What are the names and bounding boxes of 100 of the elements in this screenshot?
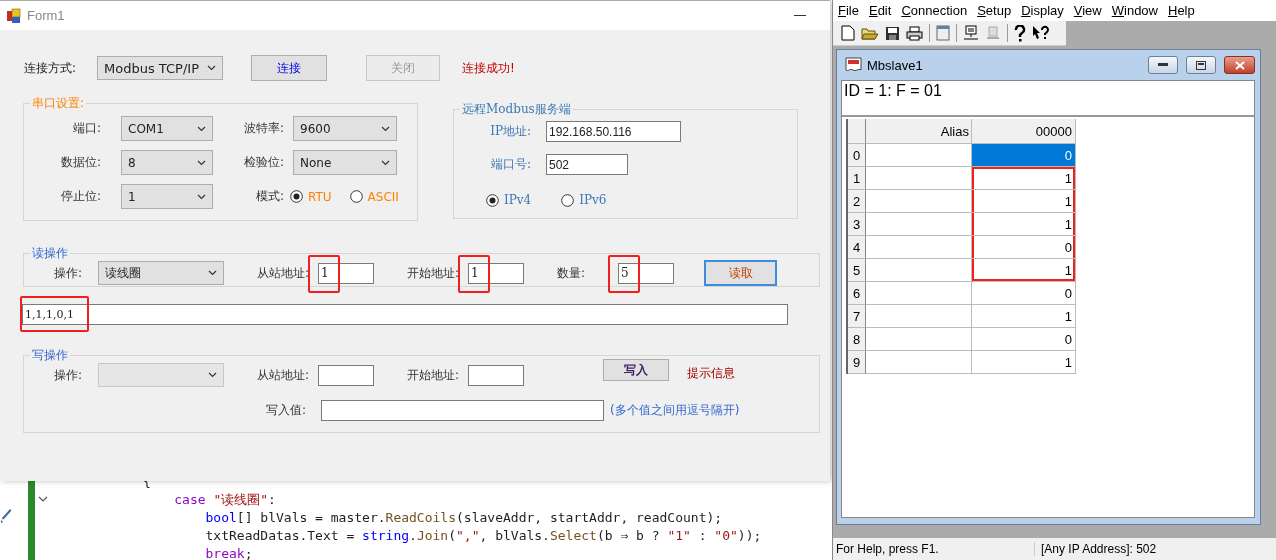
collapse-icon[interactable]	[38, 496, 48, 502]
folder-icon[interactable]	[861, 25, 879, 41]
input-field[interactable]	[468, 364, 524, 386]
chevron-icon	[381, 159, 390, 166]
dropdown[interactable]: 9600	[293, 116, 397, 141]
radio-button[interactable]: IPv6	[561, 193, 607, 207]
menu-item[interactable]: Help	[1168, 3, 1195, 18]
document-icon	[845, 57, 862, 73]
app-icon	[6, 7, 22, 24]
menu-item[interactable]: Connection	[901, 3, 968, 18]
field-label: 数据位:	[59, 154, 101, 171]
dropdown[interactable]: 1	[121, 184, 213, 209]
group-title: 读操作	[31, 245, 69, 262]
maximize-icon	[1196, 60, 1206, 70]
dropdown[interactable]: 8	[121, 150, 213, 175]
input-field[interactable]	[321, 400, 604, 421]
menu-item[interactable]: File	[838, 3, 859, 18]
field-label: 停止位:	[59, 188, 101, 205]
table-cell[interactable]	[866, 351, 972, 374]
menu-item[interactable]: Edit	[868, 3, 892, 18]
hint-text: (多个值之间用逗号隔开)	[610, 402, 740, 419]
input-field[interactable]: 192.168.50.116	[546, 121, 681, 142]
window-icon[interactable]	[936, 25, 950, 41]
help-icon[interactable]	[1014, 24, 1026, 42]
field-label: 端口号:	[489, 156, 531, 173]
table-cell[interactable]: 1	[972, 259, 1076, 282]
minimize-icon[interactable]	[794, 14, 806, 17]
table-cell[interactable]: 1	[972, 351, 1076, 374]
radio-icon	[486, 193, 499, 207]
minimize-button[interactable]	[1148, 56, 1178, 74]
field-label: 端口:	[71, 120, 101, 137]
table-cell[interactable]	[866, 282, 972, 305]
status-message: 连接成功!	[462, 59, 515, 77]
group-title: 写操作	[31, 347, 69, 364]
chevron-icon	[208, 372, 217, 378]
menu-item[interactable]: Display	[1021, 3, 1064, 18]
code-line: case "读线圈":	[173, 491, 277, 509]
row-header: 1	[848, 167, 866, 190]
table-cell[interactable]	[866, 328, 972, 351]
row-header: 9	[848, 351, 866, 374]
close-button[interactable]	[1224, 56, 1255, 74]
status-message: 提示信息	[687, 364, 735, 382]
menu-item[interactable]: Setup	[977, 3, 1012, 18]
row-header: 6	[848, 282, 866, 305]
table-cell[interactable]: 0	[972, 144, 1076, 167]
chevron-icon	[197, 125, 206, 132]
table-cell[interactable]	[866, 167, 972, 190]
column-header: Alias	[866, 119, 972, 144]
table-cell[interactable]	[866, 259, 972, 282]
input-field[interactable]	[318, 364, 374, 386]
field-label: 开始地址:	[407, 366, 461, 384]
connect-button[interactable]: 连接	[251, 55, 327, 81]
input-field[interactable]: 5	[618, 262, 674, 284]
close-icon	[1234, 60, 1245, 70]
table-cell[interactable]	[866, 190, 972, 213]
dropdown[interactable]: 读线圈	[98, 261, 224, 285]
status-text: For Help, press F1.	[833, 542, 1035, 556]
table-cell[interactable]: 1	[972, 213, 1076, 236]
input-field[interactable]: 1	[468, 262, 524, 284]
maximize-button[interactable]	[1186, 56, 1216, 74]
read-button[interactable]: 读取	[704, 260, 777, 286]
table-cell[interactable]	[866, 236, 972, 259]
chevron-icon	[197, 159, 206, 166]
field-label: 开始地址:	[407, 264, 461, 282]
dropdown[interactable]: COM1	[121, 116, 213, 141]
radio-icon	[561, 193, 575, 207]
monitor-icon[interactable]	[963, 25, 979, 41]
result-field[interactable]: 1,1,1,0,1	[22, 304, 788, 325]
code-line: bool[] blVals = master.ReadCoils(slaveAddr, startAddr, readCount);	[204, 509, 724, 527]
table-cell[interactable]	[866, 213, 972, 236]
print-icon[interactable]	[906, 25, 923, 41]
write-button[interactable]: 写入	[603, 359, 669, 381]
table-cell[interactable]: 0	[972, 236, 1076, 259]
table-cell[interactable]	[866, 305, 972, 328]
radio-icon	[349, 190, 363, 203]
field-label: 数量:	[557, 264, 587, 282]
row-header: 8	[848, 328, 866, 351]
field-label: IP地址:	[489, 123, 531, 140]
menu-item[interactable]: Window	[1111, 3, 1158, 18]
code-line: break;	[204, 545, 254, 560]
field-label: 从站地址:	[257, 366, 311, 384]
table-cell[interactable]: 1	[972, 167, 1076, 190]
table-cell[interactable]: 1	[972, 305, 1076, 328]
dropdown[interactable]: None	[293, 150, 397, 175]
table-cell[interactable]: 1	[972, 190, 1076, 213]
row-header: 4	[848, 236, 866, 259]
save-icon[interactable]	[885, 25, 900, 41]
dropdown[interactable]: Modbus TCP/IP	[97, 56, 223, 80]
field-label: 检验位:	[244, 154, 284, 171]
input-field[interactable]: 502	[546, 154, 628, 175]
column-header: 00000	[972, 119, 1076, 144]
new-file-icon[interactable]	[841, 25, 855, 41]
radio-button[interactable]: IPv4	[486, 193, 532, 207]
context-help-icon[interactable]	[1032, 24, 1050, 42]
table-cell[interactable]: 0	[972, 328, 1076, 351]
table-cell[interactable]: 0	[972, 282, 1076, 305]
row-header: 5	[848, 259, 866, 282]
menu-item[interactable]: View	[1073, 3, 1102, 18]
row-header: 0	[848, 144, 866, 167]
input-field[interactable]: 1	[318, 262, 374, 284]
